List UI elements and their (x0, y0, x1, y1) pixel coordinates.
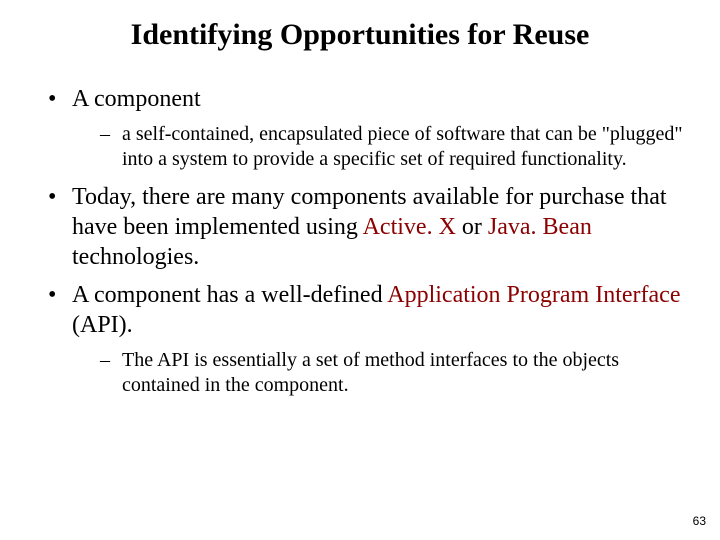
bullet-list: A component a self-contained, encapsulat… (30, 84, 690, 398)
bullet-item: Today, there are many components availab… (48, 182, 690, 272)
sub-bullet-list: The API is essentially a set of method i… (72, 348, 690, 398)
bullet-text: A component (72, 86, 201, 112)
bullet-item: A component a self-contained, encapsulat… (48, 84, 690, 172)
slide-title: Identifying Opportunities for Reuse (30, 18, 690, 52)
sub-bullet-item: a self-contained, encapsulated piece of … (100, 122, 690, 172)
link-javabean: Java. Bean (488, 214, 592, 240)
bullet-text-part: A component has a well-defined (72, 282, 387, 308)
bullet-text-part: (API). (72, 312, 133, 338)
bullet-text-part: or (456, 214, 488, 240)
page-number: 63 (693, 514, 706, 528)
sub-bullet-item: The API is essentially a set of method i… (100, 348, 690, 398)
bullet-text-part: technologies. (72, 244, 199, 270)
sub-bullet-list: a self-contained, encapsulated piece of … (72, 122, 690, 172)
link-activex: Active. X (363, 214, 456, 240)
link-api: Application Program Interface (387, 282, 680, 308)
bullet-item: A component has a well-defined Applicati… (48, 280, 690, 398)
